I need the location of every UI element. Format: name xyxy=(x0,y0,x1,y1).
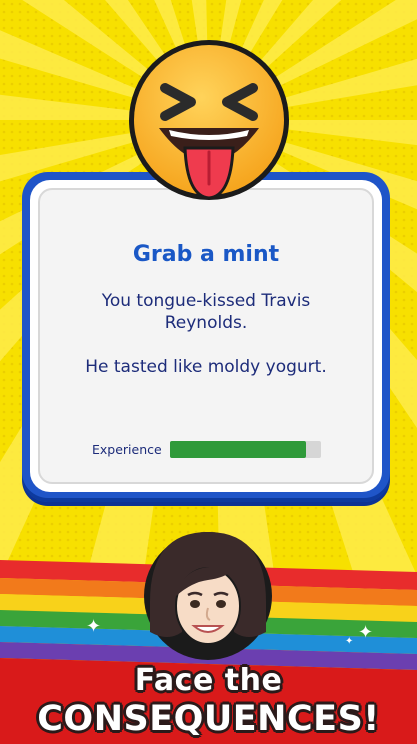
card-message: You tongue-kissed Travis Reynolds. He ta… xyxy=(60,290,352,378)
card-title: Grab a mint xyxy=(132,242,280,267)
squinting-face-with-tongue-icon xyxy=(129,40,289,200)
experience-progress-fill xyxy=(169,441,306,458)
caption-line-2: CONSEQUENCES! xyxy=(37,699,380,739)
experience-progress-bar xyxy=(169,441,321,458)
experience-label: Experience xyxy=(92,442,162,457)
app-screen: Grab a mint You tongue-kissed Travis Rey… xyxy=(0,0,417,744)
sparkle-icon: ✦ xyxy=(86,616,102,637)
message-line-1: You tongue-kissed Travis Reynolds. xyxy=(101,291,311,333)
woman-avatar-icon xyxy=(144,532,272,660)
experience-row: Experience xyxy=(92,441,321,458)
result-card: Grab a mint You tongue-kissed Travis Rey… xyxy=(22,172,390,502)
message-line-2: He tasted like moldy yogurt. xyxy=(85,357,327,377)
result-card-content: Grab a mint You tongue-kissed Travis Rey… xyxy=(38,188,374,484)
sparkle-icon: ✦ xyxy=(345,636,354,647)
caption-line-1: Face the xyxy=(134,663,283,698)
sparkle-icon: ✦ xyxy=(358,622,374,643)
